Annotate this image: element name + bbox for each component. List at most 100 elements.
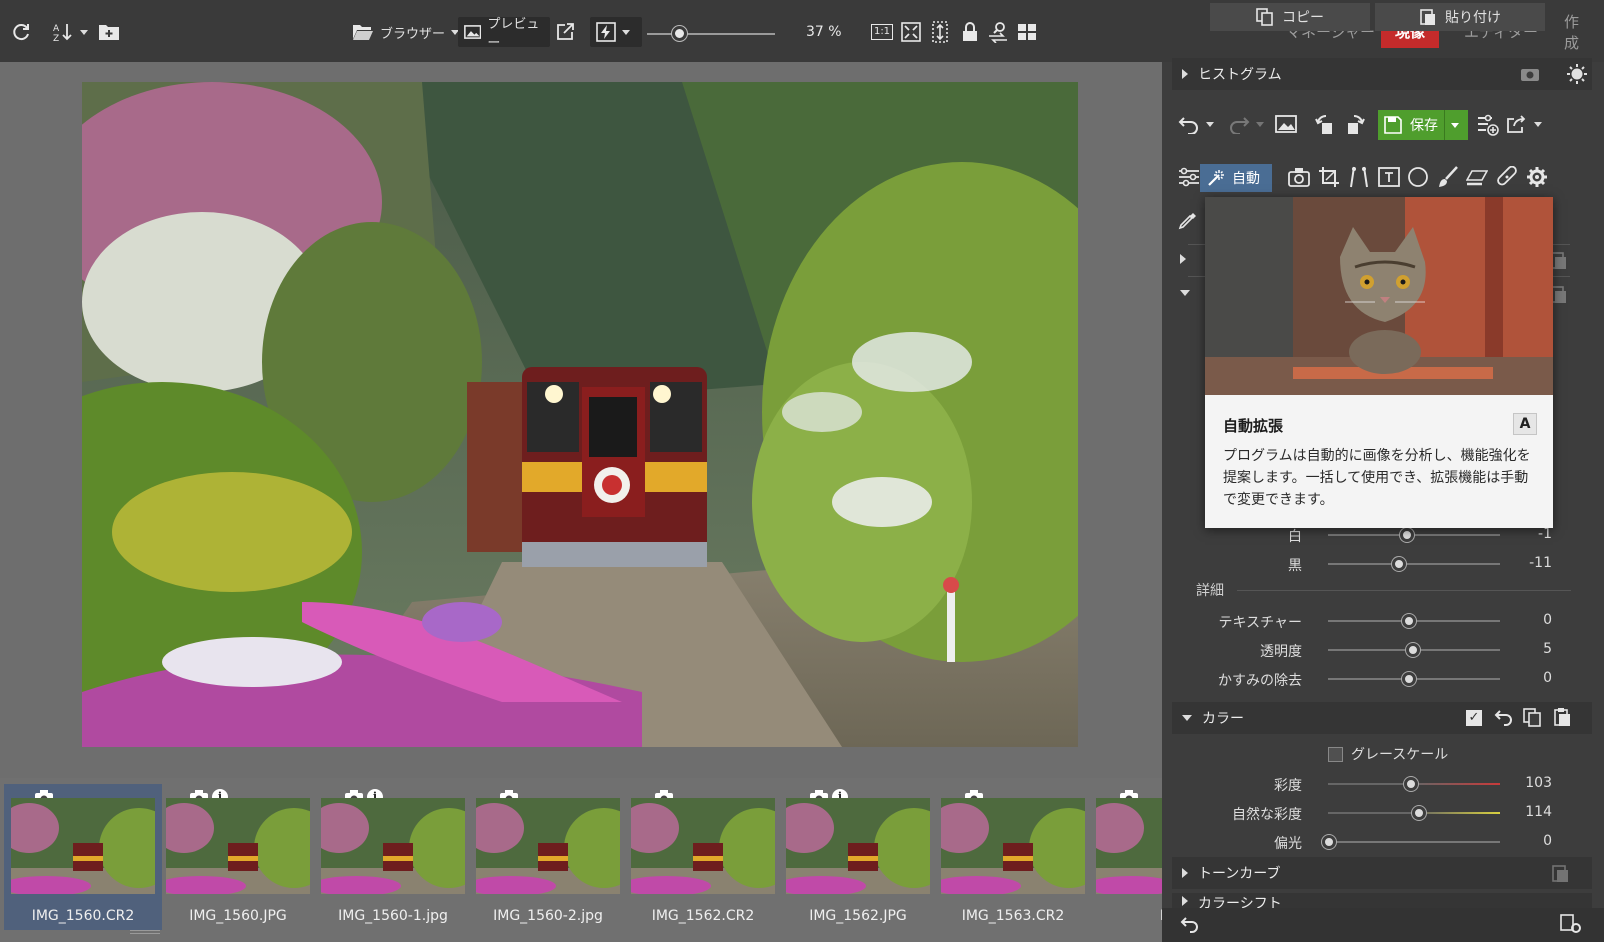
slider-saturation[interactable]: 彩度 103: [1180, 773, 1580, 795]
filmstrip-scroll-handle[interactable]: [130, 930, 160, 934]
sort-az-icon[interactable]: AZ: [48, 17, 92, 47]
color-enable-checkbox[interactable]: ✓: [1466, 710, 1482, 726]
slider-knob[interactable]: [1402, 614, 1416, 628]
paste-settings-icon[interactable]: [1550, 863, 1570, 887]
lock-icon[interactable]: [958, 17, 982, 47]
fit-height-icon[interactable]: [928, 17, 952, 47]
zoom-sync-icon[interactable]: [985, 17, 1011, 47]
original-image-icon[interactable]: [1275, 114, 1297, 138]
paste-icon: [1420, 9, 1435, 25]
external-open-icon[interactable]: [552, 17, 578, 47]
slider-knob[interactable]: [1402, 672, 1416, 686]
slider-knob[interactable]: [1406, 643, 1420, 657]
browser-button[interactable]: ブラウザー: [346, 17, 465, 47]
image-viewer[interactable]: [0, 62, 1162, 778]
tab-create[interactable]: 作成: [1550, 13, 1604, 52]
reset-section-icon[interactable]: [1494, 708, 1514, 730]
tone-curve-section-header[interactable]: トーンカーブ: [1172, 857, 1592, 889]
camera-profile-icon[interactable]: [1288, 167, 1310, 191]
filmstrip-thumb[interactable]: IMG_1563.CR2: [934, 784, 1092, 930]
healing-icon[interactable]: [1496, 165, 1518, 192]
slider-value[interactable]: 0: [1543, 670, 1552, 686]
share-icon: [1507, 115, 1526, 133]
zoom-slider-knob[interactable]: [672, 26, 687, 41]
slider-clarity[interactable]: 透明度 5: [1180, 639, 1580, 661]
slider-value[interactable]: 103: [1525, 775, 1552, 791]
slider-value[interactable]: 114: [1525, 804, 1552, 820]
eyedropper-icon[interactable]: [1178, 210, 1200, 234]
settings-gear-icon[interactable]: [1526, 166, 1548, 192]
main-photo[interactable]: [82, 82, 1078, 747]
paste-settings-button[interactable]: 貼り付け: [1375, 3, 1545, 31]
slider-track[interactable]: [1328, 841, 1500, 843]
slider-knob[interactable]: [1412, 806, 1426, 820]
filmstrip-thumb[interactable]: i IMG_1560.JPG: [159, 784, 317, 930]
expand-icon[interactable]: [1180, 254, 1186, 264]
color-shift-section-header[interactable]: カラーシフト: [1172, 893, 1592, 908]
collapse-icon[interactable]: [1180, 290, 1190, 296]
filmstrip-thumb[interactable]: IM: [1089, 784, 1162, 930]
reset-all-icon[interactable]: [1180, 915, 1200, 937]
presets-icon[interactable]: [1476, 114, 1500, 140]
slider-value[interactable]: -11: [1529, 555, 1552, 571]
slider-track[interactable]: [1328, 534, 1500, 536]
paste-section-icon[interactable]: [1552, 707, 1572, 731]
slider-polarize[interactable]: 偏光 0: [1180, 831, 1580, 853]
fit-screen-icon[interactable]: [898, 17, 924, 47]
histogram-camera-icon[interactable]: [1520, 66, 1542, 86]
filmstrip-thumb[interactable]: i IMG_1560-1.jpg: [314, 784, 472, 930]
filmstrip[interactable]: IMG_1560.CR2 i IMG_1560.JPG i IMG_1560-1…: [0, 778, 1162, 942]
perspective-icon[interactable]: [1348, 166, 1370, 192]
text-box-icon[interactable]: [1378, 166, 1400, 192]
slider-dehaze[interactable]: かすみの除去 0: [1180, 668, 1580, 690]
filmstrip-thumb[interactable]: IMG_1562.CR2: [624, 784, 782, 930]
preview-button[interactable]: プレビュー: [458, 17, 550, 51]
filmstrip-thumb[interactable]: IMG_1560-2.jpg: [469, 784, 627, 930]
filmstrip-thumb[interactable]: i IMG_1562.JPG: [779, 784, 937, 930]
filmstrip-thumb[interactable]: IMG_1560.CR2: [4, 784, 162, 930]
save-dropdown[interactable]: [1444, 110, 1464, 140]
color-section-label: カラー: [1202, 711, 1244, 727]
one-to-one-button[interactable]: 1:1: [870, 17, 894, 47]
copy-label: コピー: [1282, 10, 1324, 26]
crop-icon[interactable]: [1318, 166, 1340, 192]
undo-button[interactable]: [1178, 114, 1214, 134]
collapse-icon: [1182, 715, 1192, 721]
slider-texture[interactable]: テキスチャー 0: [1180, 610, 1580, 632]
slider-knob[interactable]: [1400, 528, 1414, 542]
grid-layout-icon[interactable]: [1014, 17, 1040, 47]
adjustments-icon[interactable]: [1178, 167, 1200, 191]
radial-filter-icon[interactable]: [1407, 166, 1429, 192]
redo-button[interactable]: [1228, 114, 1264, 134]
slider-value[interactable]: -1: [1538, 526, 1552, 542]
slider-knob[interactable]: [1392, 557, 1406, 571]
rotate-right-icon[interactable]: [1343, 114, 1365, 140]
slider-value[interactable]: 5: [1543, 641, 1552, 657]
chevron-down-icon[interactable]: [1534, 121, 1542, 127]
brightness-icon[interactable]: [1566, 63, 1588, 89]
rotate-left-icon[interactable]: [1315, 114, 1337, 140]
share-button[interactable]: [1506, 114, 1542, 134]
copy-settings-button[interactable]: コピー: [1210, 3, 1370, 31]
copy-section-icon[interactable]: [1522, 707, 1542, 731]
zoom-slider-track[interactable]: [647, 33, 775, 35]
slider-value[interactable]: 0: [1543, 833, 1552, 849]
new-folder-icon[interactable]: [96, 17, 122, 47]
chevron-down-icon[interactable]: [1206, 121, 1214, 127]
slider-blacks[interactable]: 黒 -11: [1180, 553, 1580, 575]
paste-options-icon[interactable]: [1560, 914, 1582, 938]
save-button[interactable]: 保存: [1378, 110, 1468, 140]
chevron-down-icon[interactable]: [622, 29, 630, 35]
slider-track[interactable]: [1328, 563, 1500, 565]
slider-value[interactable]: 0: [1543, 612, 1552, 628]
slider-knob[interactable]: [1404, 777, 1418, 791]
brush-icon[interactable]: [1437, 166, 1459, 192]
flash-compare-button[interactable]: [590, 17, 642, 47]
auto-enhance-button[interactable]: 自動: [1200, 164, 1272, 192]
slider-vibrance[interactable]: 自然な彩度 114: [1180, 802, 1580, 824]
refresh-icon[interactable]: [6, 17, 36, 47]
grayscale-toggle[interactable]: グレースケール: [1328, 744, 1448, 764]
gradient-filter-icon[interactable]: [1465, 166, 1489, 192]
slider-knob[interactable]: [1322, 835, 1336, 849]
grayscale-checkbox[interactable]: [1328, 746, 1343, 762]
